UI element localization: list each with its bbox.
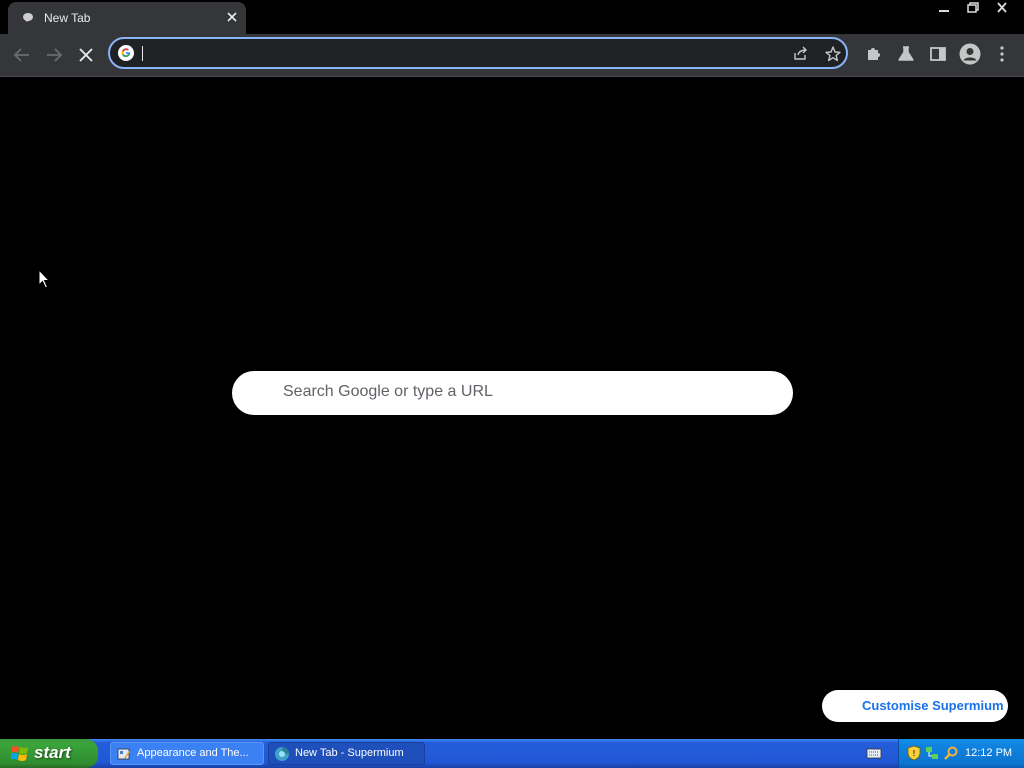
- google-g-icon: [118, 45, 134, 61]
- start-label: start: [34, 743, 71, 762]
- ntp-search-box[interactable]: Search Google or type a URL: [232, 371, 793, 415]
- menu-kebab-icon[interactable]: [992, 44, 1012, 64]
- svg-text:!: !: [913, 749, 916, 758]
- mouse-pointer-icon: [38, 269, 51, 289]
- keyboard-icon[interactable]: [866, 746, 882, 760]
- tab-new-tab[interactable]: New Tab: [8, 2, 246, 34]
- taskbar-item-label: New Tab - Supermium: [295, 747, 404, 759]
- forward-arrow-icon[interactable]: [42, 43, 66, 67]
- extensions-puzzle-icon[interactable]: [864, 44, 884, 64]
- profile-avatar-icon[interactable]: [959, 43, 981, 65]
- search-magnifier-icon[interactable]: [943, 745, 959, 761]
- taskbar-item-appearance[interactable]: Appearance and The...: [110, 742, 264, 765]
- restore-icon[interactable]: [960, 0, 986, 16]
- side-panel-icon[interactable]: [928, 44, 948, 64]
- network-icon[interactable]: [924, 745, 940, 761]
- new-tab-page: Search Google or type a URL Customise Su…: [0, 77, 1024, 739]
- bookmark-star-icon[interactable]: [824, 45, 842, 63]
- supermium-browser-icon: [275, 747, 289, 761]
- address-bar[interactable]: [108, 37, 848, 69]
- omnibox-caret: [142, 46, 143, 61]
- tab-title: New Tab: [44, 11, 91, 25]
- share-icon[interactable]: [792, 45, 810, 63]
- tab-close-icon[interactable]: [224, 9, 240, 25]
- taskbar-item-supermium[interactable]: New Tab - Supermium: [268, 742, 425, 765]
- system-tray: ! 12:12 PM: [898, 739, 1024, 768]
- windows-flag-icon: [11, 746, 28, 761]
- security-shield-icon[interactable]: !: [906, 745, 922, 761]
- tab-favicon-icon: [23, 13, 33, 22]
- browser-toolbar: [0, 34, 1024, 77]
- windows-taskbar: start Appearance and The... New Tab - Su…: [0, 739, 1024, 768]
- stop-loading-icon[interactable]: [74, 43, 98, 67]
- close-window-icon[interactable]: [989, 0, 1015, 16]
- start-button[interactable]: start: [0, 739, 98, 768]
- customise-button[interactable]: Customise Supermium: [822, 690, 1008, 722]
- labs-flask-icon[interactable]: [896, 44, 916, 64]
- taskbar-item-label: Appearance and The...: [137, 747, 249, 759]
- customise-label: Customise Supermium: [862, 698, 1004, 713]
- taskbar-clock: 12:12 PM: [965, 747, 1013, 759]
- ntp-search-placeholder: Search Google or type a URL: [283, 383, 493, 400]
- title-bar: New Tab: [0, 0, 1024, 34]
- control-panel-icon: [117, 748, 130, 760]
- minimize-icon[interactable]: [931, 0, 957, 16]
- window-controls: [928, 0, 1024, 18]
- back-arrow-icon[interactable]: [10, 43, 34, 67]
